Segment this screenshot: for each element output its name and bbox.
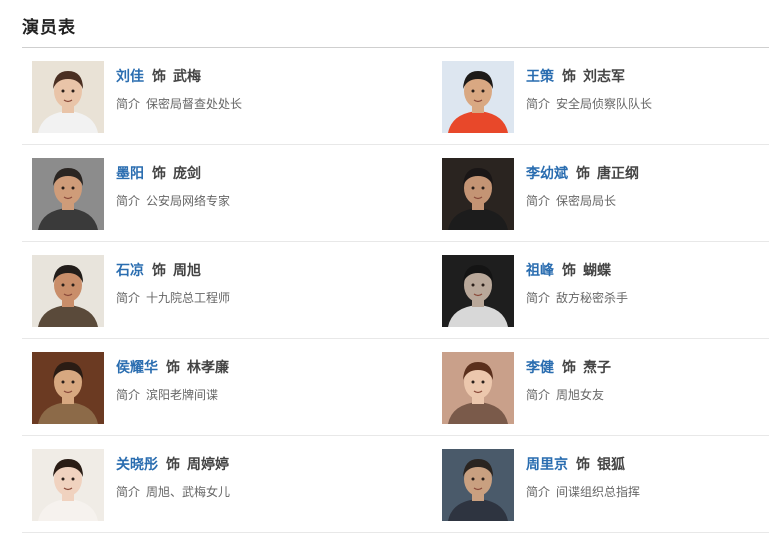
intro-label: 简介 bbox=[116, 194, 141, 208]
cast-item: 墨阳饰庞剑简介 公安局网络专家 bbox=[32, 158, 362, 230]
cast-item: 王策饰刘志军简介 安全局侦察队队长 bbox=[442, 61, 769, 133]
actor-photo[interactable] bbox=[442, 352, 514, 424]
intro-label: 简介 bbox=[526, 194, 551, 208]
cast-row: 刘佳饰武梅 简介 保密局督查处处长 王策饰刘志军 简介 安全局侦察队队长 bbox=[22, 48, 769, 145]
role-name: 唐正纲 bbox=[597, 166, 639, 182]
actor-photo[interactable] bbox=[32, 449, 104, 521]
role-name: 银狐 bbox=[597, 457, 625, 473]
actor-name-link[interactable]: 侯耀华 bbox=[116, 360, 158, 376]
cast-row: 侯耀华饰林孝廉 简介 滨阳老牌间谍 李健饰焘子 简介 周旭女友 bbox=[22, 339, 769, 436]
as-label: 饰 bbox=[166, 457, 180, 473]
as-label: 饰 bbox=[562, 360, 576, 376]
cast-intro-line: 简介 安全局侦察队队长 bbox=[526, 95, 652, 112]
cast-intro-line: 简介 周旭女友 bbox=[526, 386, 604, 403]
intro-label: 简介 bbox=[526, 485, 551, 499]
cast-name-line: 刘佳饰武梅 bbox=[116, 66, 201, 86]
cast-intro-line: 简介 敌方秘密杀手 bbox=[526, 289, 628, 306]
cast-name-line: 王策饰刘志军 bbox=[526, 66, 625, 86]
intro-label: 简介 bbox=[116, 291, 141, 305]
intro-text: 公安局网络专家 bbox=[146, 194, 231, 208]
cast-name-line: 石凉饰周旭 bbox=[116, 260, 201, 280]
role-name: 周旭 bbox=[173, 263, 201, 279]
as-label: 饰 bbox=[152, 69, 166, 85]
intro-text: 安全局侦察队队长 bbox=[556, 97, 653, 111]
role-name: 焘子 bbox=[583, 360, 611, 376]
actor-photo[interactable] bbox=[442, 61, 514, 133]
intro-label: 简介 bbox=[526, 97, 551, 111]
cast-row: 墨阳饰庞剑 简介 公安局网络专家 李幼斌饰唐正纲 简介 保密局局长 bbox=[22, 145, 769, 242]
cast-name-line: 关晓彤饰周婷婷 bbox=[116, 454, 229, 474]
cast-item: 侯耀华饰林孝廉 简介 滨阳老牌间谍 bbox=[32, 352, 362, 424]
actor-name-link[interactable]: 周里京 bbox=[526, 457, 568, 473]
intro-text: 周旭女友 bbox=[556, 388, 605, 402]
cast-grid: 刘佳饰武梅 简介 保密局督查处处长 王策饰刘志军 简介 安全局侦察队队长 墨阳饰庞剑 简介 公安… bbox=[22, 48, 769, 533]
cast-item: 刘佳饰武梅简介 保密局督查处处长 bbox=[32, 61, 362, 133]
as-label: 饰 bbox=[152, 263, 166, 279]
actor-photo[interactable] bbox=[442, 158, 514, 230]
actor-name-link[interactable]: 刘佳 bbox=[116, 69, 144, 85]
cast-intro-line: 简介 保密局局长 bbox=[526, 192, 616, 209]
actor-name-link[interactable]: 墨阳 bbox=[116, 166, 144, 182]
cast-item: 关晓彤饰周婷婷 简介 周旭、武梅女儿 bbox=[32, 449, 362, 521]
cast-name-line: 李健饰焘子 bbox=[526, 357, 611, 377]
cast-item: 祖峰饰蝴蝶简介 敌方秘密杀手 bbox=[442, 255, 769, 327]
actor-photo[interactable] bbox=[32, 255, 104, 327]
actor-photo[interactable] bbox=[32, 352, 104, 424]
cast-intro-line: 简介 公安局网络专家 bbox=[116, 192, 230, 209]
cast-name-line: 侯耀华饰林孝廉 bbox=[116, 357, 229, 377]
as-label: 饰 bbox=[166, 360, 180, 376]
cast-item: 李健饰焘子简介 周旭女友 bbox=[442, 352, 769, 424]
role-name: 武梅 bbox=[173, 69, 201, 85]
role-name: 庞剑 bbox=[173, 166, 201, 182]
as-label: 饰 bbox=[562, 69, 576, 85]
cast-intro-line: 简介 间谍组织总指挥 bbox=[526, 483, 640, 500]
intro-text: 周旭、武梅女儿 bbox=[146, 485, 231, 499]
intro-text: 保密局局长 bbox=[556, 194, 617, 208]
cast-intro-line: 简介 保密局督查处处长 bbox=[116, 95, 242, 112]
intro-label: 简介 bbox=[116, 97, 141, 111]
actor-name-link[interactable]: 石凉 bbox=[116, 263, 144, 279]
intro-text: 间谍组织总指挥 bbox=[556, 485, 641, 499]
cast-intro-line: 简介 周旭、武梅女儿 bbox=[116, 483, 230, 500]
as-label: 饰 bbox=[576, 166, 590, 182]
actor-photo[interactable] bbox=[442, 449, 514, 521]
role-name: 刘志军 bbox=[583, 69, 625, 85]
cast-name-line: 周里京饰银狐 bbox=[526, 454, 625, 474]
role-name: 周婷婷 bbox=[187, 457, 229, 473]
cast-item: 李幼斌饰唐正纲 简介 保密局局长 bbox=[442, 158, 769, 230]
actor-photo[interactable] bbox=[32, 61, 104, 133]
role-name: 林孝廉 bbox=[187, 360, 229, 376]
actor-photo[interactable] bbox=[32, 158, 104, 230]
actor-name-link[interactable]: 关晓彤 bbox=[116, 457, 158, 473]
intro-label: 简介 bbox=[526, 388, 551, 402]
actor-photo[interactable] bbox=[442, 255, 514, 327]
actor-name-link[interactable]: 王策 bbox=[526, 69, 554, 85]
as-label: 饰 bbox=[576, 457, 590, 473]
cast-item: 石凉饰周旭简介 十九院总工程师 bbox=[32, 255, 362, 327]
intro-text: 敌方秘密杀手 bbox=[556, 291, 629, 305]
page-title: 演员表 bbox=[22, 18, 76, 38]
intro-label: 简介 bbox=[116, 388, 141, 402]
cast-intro-line: 简介 滨阳老牌间谍 bbox=[116, 386, 218, 403]
intro-text: 十九院总工程师 bbox=[146, 291, 231, 305]
cast-row: 石凉饰周旭 简介 十九院总工程师 祖峰饰蝴蝶 简介 敌方秘密杀手 bbox=[22, 242, 769, 339]
actor-name-link[interactable]: 祖峰 bbox=[526, 263, 554, 279]
cast-name-line: 祖峰饰蝴蝶 bbox=[526, 260, 611, 280]
cast-item: 周里京饰银狐 简介 间谍组织总指挥 bbox=[442, 449, 769, 521]
actor-name-link[interactable]: 李健 bbox=[526, 360, 554, 376]
intro-label: 简介 bbox=[526, 291, 551, 305]
as-label: 饰 bbox=[152, 166, 166, 182]
cast-name-line: 墨阳饰庞剑 bbox=[116, 163, 201, 183]
cast-name-line: 李幼斌饰唐正纲 bbox=[526, 163, 639, 183]
cast-row: 关晓彤饰周婷婷 简介 周旭、武梅女儿 周里京饰银狐 简介 间谍组织总指挥 bbox=[22, 436, 769, 533]
intro-text: 保密局督查处处长 bbox=[146, 97, 243, 111]
role-name: 蝴蝶 bbox=[583, 263, 611, 279]
intro-label: 简介 bbox=[116, 485, 141, 499]
as-label: 饰 bbox=[562, 263, 576, 279]
actor-name-link[interactable]: 李幼斌 bbox=[526, 166, 568, 182]
cast-intro-line: 简介 十九院总工程师 bbox=[116, 289, 230, 306]
intro-text: 滨阳老牌间谍 bbox=[146, 388, 219, 402]
